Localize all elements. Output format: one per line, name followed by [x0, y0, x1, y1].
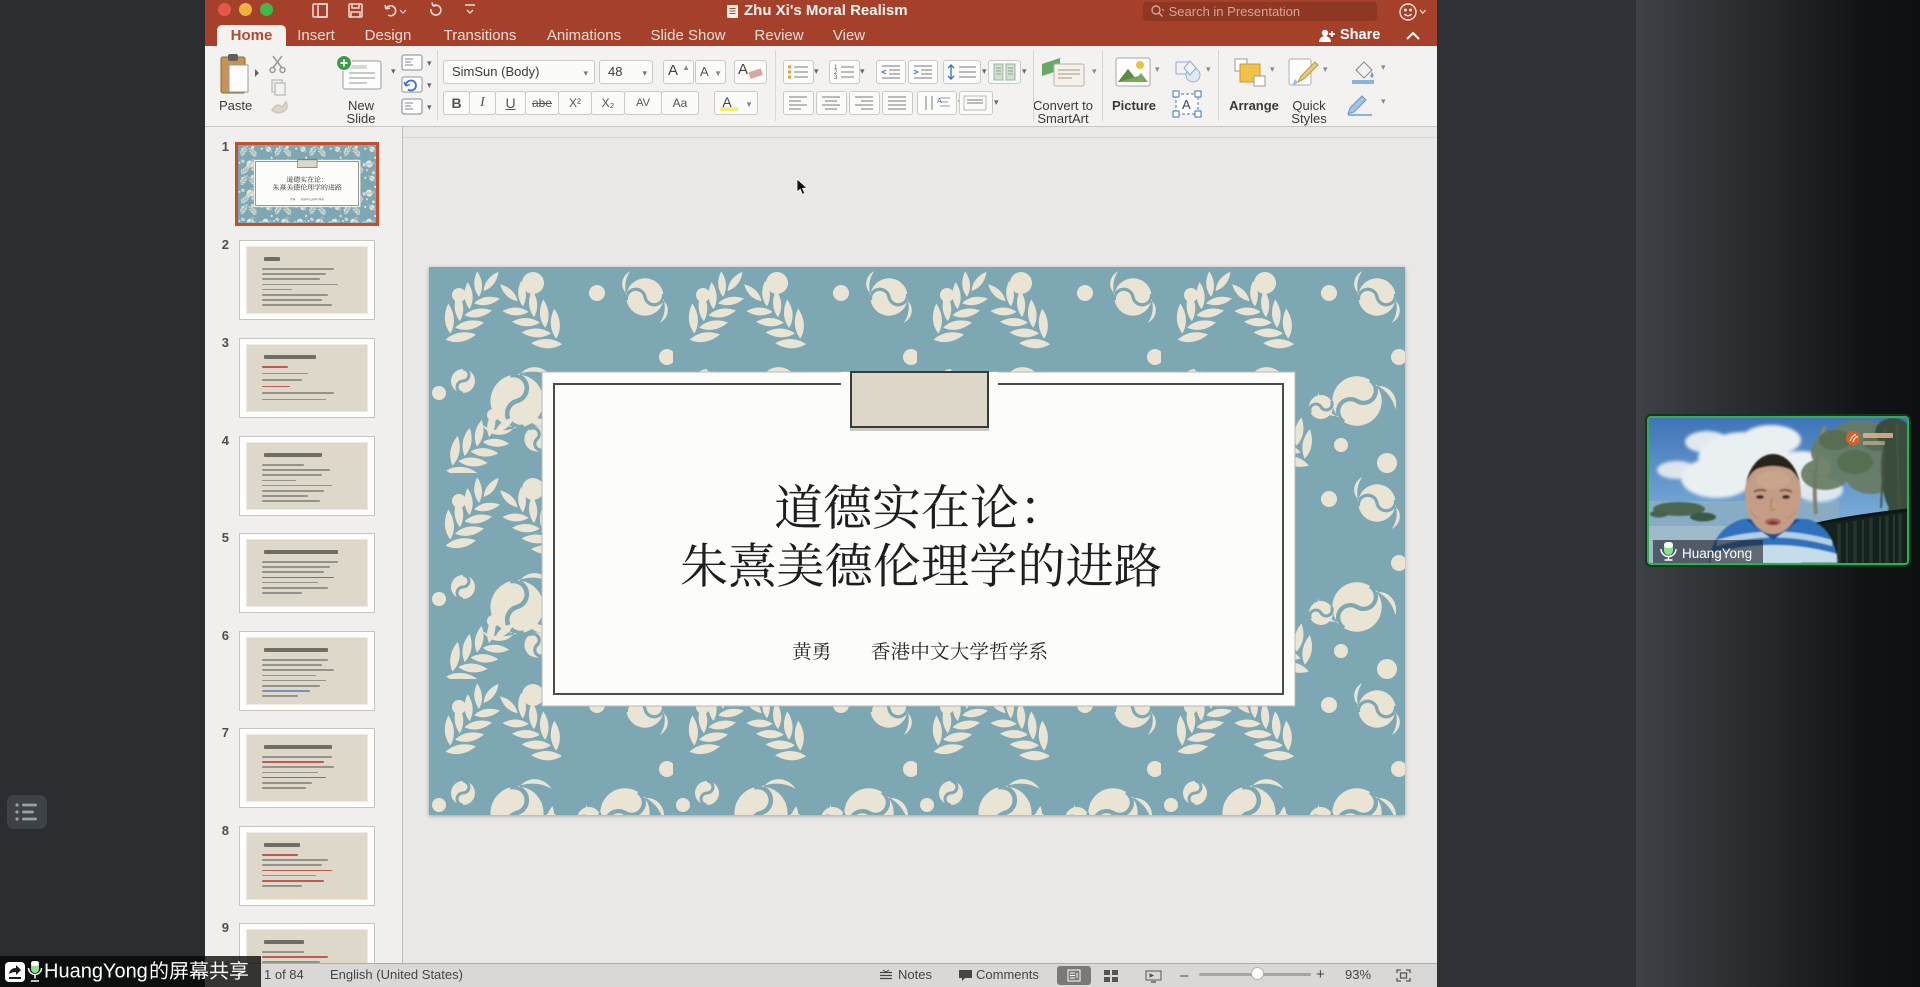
svg-text:HuangYong: HuangYong	[1682, 546, 1752, 561]
svg-text:A: A	[1182, 97, 1191, 112]
svg-text:3: 3	[834, 75, 838, 81]
svg-text:A: A	[937, 98, 942, 105]
